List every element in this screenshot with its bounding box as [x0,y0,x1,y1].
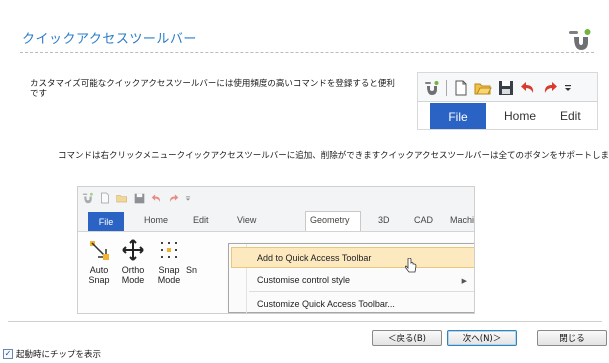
tool-label: Auto Snap [88,265,110,285]
screenshot-quick-access-toolbar: File Home Edit [417,72,598,130]
tab-file: File [430,103,486,129]
tool-label: Snap Mode [157,265,181,285]
menu-item-add-to-quick-access-toolbar[interactable]: Add to Quick Access Toolbar [257,253,371,263]
tab-3d: 3D [378,215,390,225]
context-menu: Add to Quick Access Toolbar Customise co… [228,243,474,313]
page-title: クイックアクセスツールバー [22,32,197,47]
customize-dropdown-icon [185,195,191,201]
snap-mode-icon [161,242,177,258]
open-folder-icon [116,195,127,203]
tab-file: File [88,212,124,231]
tab-machine: Machine [450,215,475,225]
title-divider [20,52,594,53]
ribbon-tabs: File Home Edit View Geometry 3D CAD Mach… [78,211,475,233]
show-tips-label[interactable]: 起動時にチップを表示 [16,348,101,360]
undo-icon [151,193,161,202]
tool-label: Ortho Mode [121,265,145,285]
submenu-arrow-icon: ▶ [461,278,467,285]
show-tips-row: ✓ 起動時にチップを表示 [3,348,101,360]
back-button[interactable]: ＜戻る(B) [372,330,442,346]
new-document-icon [455,80,467,96]
show-tips-checkbox[interactable]: ✓ [3,349,13,359]
save-icon [499,81,513,95]
ortho-mode-icon [122,239,144,261]
menu-separator [249,291,474,292]
next-button[interactable]: 次へ(N)＞ [447,330,517,346]
auto-snap-icon [90,241,109,260]
open-folder-icon [474,83,492,95]
screenshot-context-menu: File Home Edit View Geometry 3D CAD Mach… [77,186,475,314]
tab-cad: CAD [414,215,434,225]
tab-home: Home [144,215,169,225]
separator [446,80,447,96]
customize-dropdown-icon [565,85,571,91]
menu-item-customise-control-style[interactable]: Customise control style [257,275,350,285]
footer-divider [8,321,602,322]
description-2: コマンドは右クリックメニュークイックアクセスツールバーに追加、削除ができますクイ… [58,151,609,161]
description-1: カスタマイズ可能なクイックアクセスツールバーには使用頻度の高いコマンドを登録する… [30,79,395,99]
tool-auto-snap: Auto Snap [84,235,114,285]
tab-view: View [237,215,257,225]
app-logo-icon [425,81,439,95]
new-document-icon [101,192,109,204]
tab-edit: Edit [560,109,581,123]
tool-partial-label: Sn [186,265,198,275]
redo-icon [169,193,179,202]
tool-ortho-mode: Ortho Mode [118,235,148,285]
tab-geometry: Geometry [310,215,350,225]
app-logo-icon [569,29,591,50]
undo-icon [521,82,534,93]
quick-access-toolbar [424,77,572,99]
close-button[interactable]: 閉じる [537,330,607,346]
save-icon [134,193,145,203]
redo-icon [544,82,557,93]
mouse-cursor-icon [405,258,417,273]
tab-home: Home [504,109,537,123]
quick-access-toolbar [82,190,191,206]
menu-item-customize-quick-access-toolbar[interactable]: Customize Quick Access Toolbar... [257,299,395,309]
app-logo-icon [82,192,93,204]
tab-edit: Edit [193,215,209,225]
tool-snap-mode: Snap Mode [154,235,184,285]
